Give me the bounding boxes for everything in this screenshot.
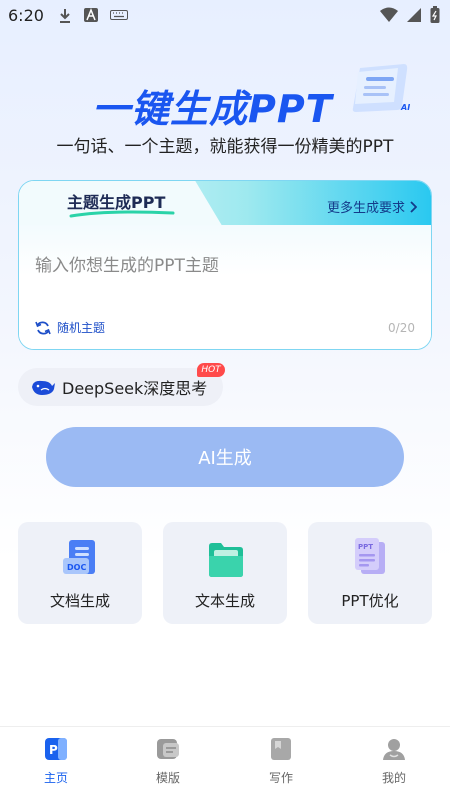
ppt-icon-text: PPT xyxy=(358,543,373,551)
profile-icon xyxy=(383,739,405,760)
template-icon xyxy=(157,739,179,759)
doc-icon-text: DOC xyxy=(67,563,86,572)
status-time: 6:20 xyxy=(8,6,44,25)
ppt-file-icon: PPT xyxy=(355,538,385,574)
nav-item-home[interactable]: P 主页 xyxy=(0,727,112,800)
feature-ppt-optimize[interactable]: PPT PPT优化 xyxy=(308,522,432,624)
text-a-icon xyxy=(84,8,98,22)
svg-text:P: P xyxy=(49,743,58,757)
feature-text-generate-label: 文本生成 xyxy=(194,592,255,610)
nav-label-template: 模版 xyxy=(155,771,180,785)
writing-icon xyxy=(271,738,291,760)
deepseek-toggle[interactable]: DeepSeek深度思考 xyxy=(18,368,223,406)
battery-icon xyxy=(430,6,440,23)
feature-ppt-optimize-label: PPT优化 xyxy=(341,592,399,610)
topic-input[interactable] xyxy=(35,251,415,281)
deepseek-label: DeepSeek深度思考 xyxy=(62,379,208,398)
nav-item-template[interactable]: 模版 xyxy=(112,727,224,800)
home-ppt-icon: P xyxy=(45,738,67,760)
nav-item-profile[interactable]: 我的 xyxy=(338,727,450,800)
topic-input-card: 主题生成PPT 更多生成要求 随机主题 0/20 xyxy=(18,180,432,350)
nav-label-profile: 我的 xyxy=(381,771,406,785)
feature-doc-generate-label: 文档生成 xyxy=(49,592,110,610)
random-topic-label: 随机主题 xyxy=(57,321,106,335)
download-icon xyxy=(60,9,70,23)
tab-underline-decoration xyxy=(69,210,175,218)
feature-text-generate[interactable]: 文本生成 xyxy=(163,522,287,624)
nav-item-writing[interactable]: 写作 xyxy=(225,727,337,800)
bottom-nav: P 主页 模版 写作 我的 xyxy=(0,726,450,800)
char-count: 0/20 xyxy=(388,321,415,335)
chevron-right-icon xyxy=(410,200,417,213)
status-bar: 6:20 xyxy=(0,0,450,32)
nav-label-writing: 写作 xyxy=(268,771,293,785)
doc-icon: DOC xyxy=(63,540,95,574)
more-requirements-label: 更多生成要求 xyxy=(326,201,405,216)
more-requirements-button[interactable]: 更多生成要求 xyxy=(327,197,417,216)
signal-icon xyxy=(407,8,421,22)
refresh-icon xyxy=(35,320,51,335)
ai-badge: AI xyxy=(400,103,410,112)
feature-doc-generate[interactable]: DOC 文档生成 xyxy=(18,522,142,624)
folder-icon xyxy=(209,543,243,577)
hero-subtitle: 一句话、一个主题，就能获得一份精美的PPT xyxy=(56,137,394,157)
nav-label-home: 主页 xyxy=(43,771,68,785)
random-topic-button[interactable]: 随机主题 xyxy=(35,319,105,336)
ppt-document-decoration-icon: AI xyxy=(352,64,410,112)
ai-generate-button[interactable]: AI生成 xyxy=(46,427,404,487)
hot-badge: HOT xyxy=(197,363,225,377)
deepseek-whale-icon xyxy=(32,380,55,395)
keyboard-icon xyxy=(110,10,128,20)
status-right xyxy=(380,6,440,24)
wifi-icon xyxy=(380,7,398,22)
hero-title: 一键生成PPT xyxy=(92,87,333,131)
